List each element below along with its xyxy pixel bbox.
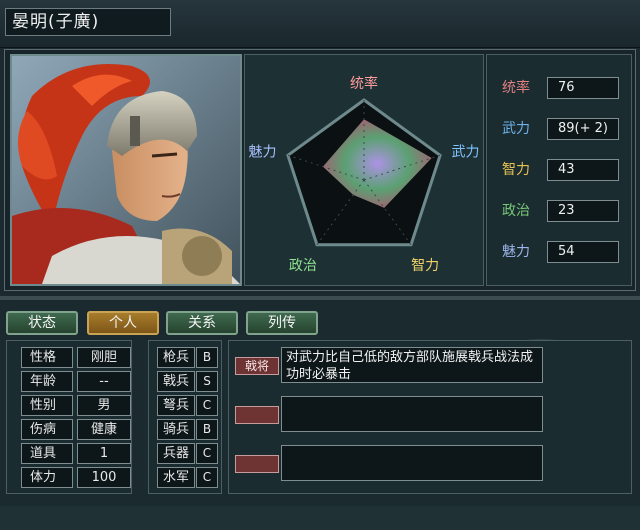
info-label-injury: 伤病 — [21, 419, 73, 440]
stat-label-tongshuai: 统率 — [502, 80, 530, 96]
info-value-gender: 男 — [77, 395, 131, 416]
info-label-stamina: 体力 — [21, 467, 73, 488]
stat-radar-chart: 统率 武力 智力 政治 魅力 — [249, 75, 480, 274]
troop-label-cavalry: 骑兵 — [157, 419, 195, 440]
info-label-age: 年龄 — [21, 371, 73, 392]
radar-label-meili: 魅力 — [249, 145, 277, 161]
stat-row-meili: 魅力 54 — [493, 241, 625, 263]
officer-name: 晏明(子廣) — [5, 8, 171, 36]
stat-label-meili: 魅力 — [502, 244, 530, 260]
troop-aptitude-box: 枪兵 B 戟兵 S 弩兵 C 骑兵 B 兵器 C 水军 C — [148, 340, 222, 494]
skill-tag-1[interactable]: 戟将 — [235, 357, 279, 375]
tab-relations[interactable]: 关系 — [166, 311, 238, 335]
skill-desc-3 — [281, 445, 543, 481]
info-label-items: 道具 — [21, 443, 73, 464]
stat-radar-panel: 统率 武力 智力 政治 魅力 — [244, 54, 484, 286]
troop-label-halberd: 戟兵 — [157, 371, 195, 392]
stat-list-panel: 统率 76 武力 89(+ 2) 智力 43 政治 23 魅力 54 — [486, 54, 632, 286]
skill-tag-3[interactable] — [235, 455, 279, 473]
skill-desc-1: 对武力比自己低的敌方部队施展戟兵战法成功时必暴击 — [281, 347, 543, 383]
troop-grade-crossbow: C — [196, 395, 218, 416]
info-value-stamina: 100 — [77, 467, 131, 488]
info-value-personality: 刚胆 — [77, 347, 131, 368]
personal-info-box: 性格 刚胆 年龄 -- 性别 男 伤病 健康 道具 1 体力 100 — [6, 340, 132, 494]
troop-grade-halberd: S — [196, 371, 218, 392]
tab-biography[interactable]: 列传 — [246, 311, 318, 335]
radar-label-zhengzhi: 政治 — [289, 258, 317, 274]
radar-label-wuli: 武力 — [451, 145, 479, 161]
stat-value-tongshuai: 76 — [547, 77, 619, 99]
troop-label-spear: 枪兵 — [157, 347, 195, 368]
info-label-personality: 性格 — [21, 347, 73, 368]
officer-portrait — [10, 54, 242, 286]
stat-value-zhengzhi: 23 — [547, 200, 619, 222]
stat-value-wuli: 89(+ 2) — [547, 118, 619, 140]
stat-value-meili: 54 — [547, 241, 619, 263]
stat-row-tongshuai: 统率 76 — [493, 77, 625, 99]
troop-grade-cavalry: B — [196, 419, 218, 440]
troop-label-crossbow: 弩兵 — [157, 395, 195, 416]
radar-label-tongshuai: 统率 — [350, 75, 378, 92]
tab-personal[interactable]: 个人 — [87, 311, 159, 335]
stat-label-zhili: 智力 — [502, 162, 530, 178]
stat-label-wuli: 武力 — [502, 121, 530, 137]
troop-label-siege: 兵器 — [157, 443, 195, 464]
stat-label-zhengzhi: 政治 — [502, 203, 530, 219]
stat-row-zhengzhi: 政治 23 — [493, 200, 625, 222]
tab-status[interactable]: 状态 — [6, 311, 78, 335]
info-value-age: -- — [77, 371, 131, 392]
info-value-injury: 健康 — [77, 419, 131, 440]
stat-value-zhili: 43 — [547, 159, 619, 181]
troop-grade-siege: C — [196, 443, 218, 464]
troop-label-navy: 水军 — [157, 467, 195, 488]
info-label-gender: 性别 — [21, 395, 73, 416]
portrait-illustration — [12, 56, 240, 284]
skills-box: 戟将 对武力比自己低的敌方部队施展戟兵战法成功时必暴击 — [228, 340, 632, 494]
troop-grade-navy: C — [196, 467, 218, 488]
skill-tag-2[interactable] — [235, 406, 279, 424]
stat-row-wuli: 武力 89(+ 2) — [493, 118, 625, 140]
radar-label-zhili: 智力 — [411, 258, 439, 274]
troop-grade-spear: B — [196, 347, 218, 368]
footer-bar — [0, 506, 640, 530]
stat-row-zhili: 智力 43 — [493, 159, 625, 181]
skill-desc-2 — [281, 396, 543, 432]
info-value-items: 1 — [77, 443, 131, 464]
